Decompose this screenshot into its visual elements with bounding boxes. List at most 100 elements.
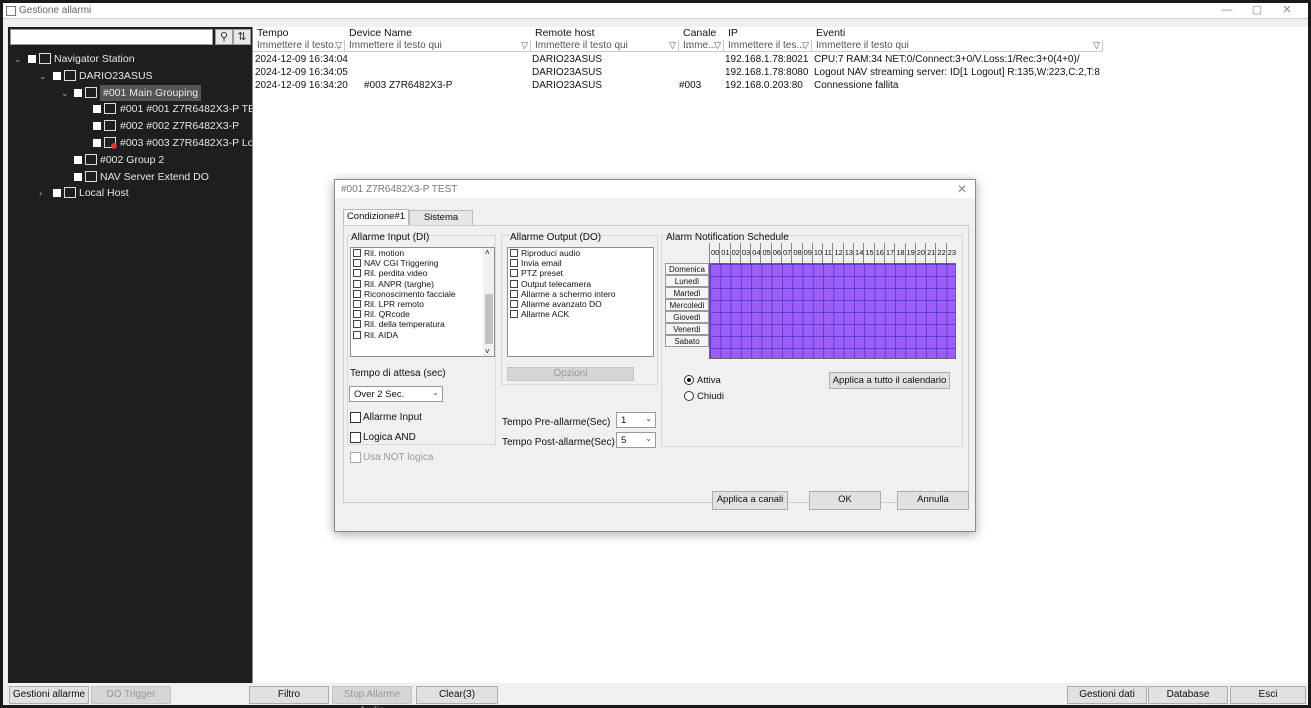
day-sabato[interactable]: Sabato [665,335,709,347]
database-manager-button[interactable]: Database Manager [1148,686,1228,708]
search-user-icon[interactable]: ⚲ [215,29,233,45]
tree-checkbox[interactable] [28,55,36,63]
tab-condizione[interactable]: Condizione#1 [343,209,409,226]
tree-node-navigator-station[interactable]: ⌄ Navigator Station [8,51,252,68]
column-header-device-name[interactable]: Device Name [345,27,531,40]
hour-label[interactable]: 18 [894,243,905,263]
list-item[interactable]: Riproduci audio [508,248,653,258]
checkbox[interactable] [353,330,361,339]
hour-label[interactable]: 23 [945,243,956,263]
checkbox[interactable] [353,269,361,278]
chevron-down-icon[interactable]: ⌄ [61,85,71,101]
hour-label[interactable]: 04 [750,243,761,263]
filter-icon[interactable]: ▽ [714,40,721,51]
applica-calendario-button[interactable]: Applica a tutto il calendario [829,372,950,389]
tree-search-input[interactable] [10,29,213,45]
list-item[interactable]: Ril. della temperatura [351,319,494,329]
close-icon[interactable]: ✕ [957,182,967,196]
day-giovedi[interactable]: Giovedì [665,311,709,323]
filter-icon[interactable]: ▽ [1093,40,1100,51]
tree-checkbox[interactable] [93,105,101,114]
chiudi-radio[interactable] [684,391,694,401]
list-item[interactable]: NAV CGI Triggering [351,258,494,268]
checkbox[interactable] [510,289,518,298]
column-header-ip[interactable]: IP [724,27,812,40]
list-item[interactable]: Ril. LPR remoto [351,299,494,309]
ok-button[interactable]: OK [809,491,881,510]
chevron-down-icon[interactable]: ⌄ [14,51,24,67]
list-item[interactable]: Riconoscimento facciale [351,289,494,299]
hour-label[interactable]: 14 [853,243,863,263]
allarme-input-checkbox[interactable] [350,412,361,423]
column-header-remote-host[interactable]: Remote host [531,27,679,40]
hour-label[interactable]: 21 [925,243,935,263]
filter-icon[interactable]: ▽ [521,40,528,51]
tree-checkbox[interactable] [53,189,61,198]
hour-label[interactable]: 06 [770,243,781,263]
hour-label[interactable]: 00 [709,243,719,263]
tree-node-main-grouping[interactable]: ⌄ #001 Main Grouping [8,84,252,102]
column-header-eventi[interactable]: Eventi [812,27,1103,40]
hour-label[interactable]: 01 [719,243,730,263]
day-martedi[interactable]: Martedì [665,287,709,299]
maximize-button[interactable]: ▢ [1242,3,1272,18]
stop-alarm-audio-button[interactable]: Stop Allarme Audio [332,686,412,708]
filter-eventi[interactable]: Immettere il testo qui ▽ [812,40,1103,52]
tree-node-local-host[interactable]: › Local Host [8,185,252,202]
tab-sistema[interactable]: Sistema [409,210,473,225]
list-item[interactable]: PTZ preset [508,268,653,278]
scroll-down-icon[interactable]: ˅ [485,347,490,356]
filter-canale[interactable]: Imme... ▽ [679,40,724,52]
list-item[interactable]: Ril. motion [351,248,494,258]
filtro-button[interactable]: Filtro [249,686,329,704]
list-item[interactable]: Ril. AIDA [351,330,494,340]
scroll-thumb[interactable] [485,294,493,344]
hour-label[interactable]: 05 [760,243,771,263]
tree-checkbox[interactable] [74,172,82,181]
logica-and-checkbox[interactable] [350,432,361,443]
column-header-tempo[interactable]: Tempo [253,27,345,40]
tree-checkbox[interactable] [74,88,82,97]
hour-label[interactable]: 08 [791,243,802,263]
checkbox[interactable] [353,310,361,319]
applica-canali-button[interactable]: Applica a canali [712,491,788,510]
checkbox[interactable] [510,299,518,308]
filter-tempo[interactable]: Immettere il testo... ▽ [253,40,345,52]
hour-label[interactable]: 11 [822,243,832,263]
tree-checkbox[interactable] [74,155,82,164]
list-item[interactable]: Invia email [508,258,653,268]
tree-checkbox[interactable] [53,71,61,80]
hour-label[interactable]: 17 [883,243,894,263]
checkbox[interactable] [510,259,518,268]
day-domenica[interactable]: Domenica [665,263,709,275]
list-item[interactable]: Ril. ANPR (targhe) [351,279,494,289]
tree-node-nav-server-extend-do[interactable]: NAV Server Extend DO [8,169,252,186]
scroll-up-icon[interactable]: ˄ [485,248,490,257]
hour-label[interactable]: 12 [832,243,843,263]
hour-label[interactable]: 09 [801,243,812,263]
usa-not-checkbox[interactable] [350,452,361,463]
tree-checkbox[interactable] [93,122,101,131]
list-item[interactable]: Ril. perdita video [351,268,494,278]
checkbox[interactable] [353,279,361,288]
day-lunedi[interactable]: Lunedì [665,275,709,287]
tree-node-group-2[interactable]: #002 Group 2 [8,152,252,169]
tree-expand-icon[interactable]: ⇅ [233,29,251,45]
list-item[interactable]: Allarme avanzato DO [508,299,653,309]
pre-alarm-select[interactable]: 1 ⌄ [616,412,656,428]
hour-label[interactable]: 13 [842,243,853,263]
tree-node-camera-001[interactable]: #001 #001 Z7R6482X3-P TEST [8,101,268,118]
opzioni-button[interactable]: Opzioni [507,367,634,381]
filter-ip[interactable]: Immettere il tes... ▽ [724,40,812,52]
tree-node-camera-002[interactable]: #002 #002 Z7R6482X3-P [8,118,252,135]
minimize-button[interactable]: — [1212,3,1242,18]
hour-label[interactable]: 19 [904,243,915,263]
filter-icon[interactable]: ▽ [669,40,676,51]
list-scrollbar[interactable]: ˄ ˅ [483,248,494,356]
checkbox[interactable] [353,320,361,329]
tree-node-camera-003[interactable]: #003 #003 Z7R6482X3-P Lost... [8,135,270,152]
checkbox[interactable] [510,269,518,278]
day-venerdi[interactable]: Venerdì [665,323,709,335]
list-item[interactable]: Ril. QRcode [351,309,494,319]
list-item[interactable]: Allarme a schermo intero [508,289,653,299]
